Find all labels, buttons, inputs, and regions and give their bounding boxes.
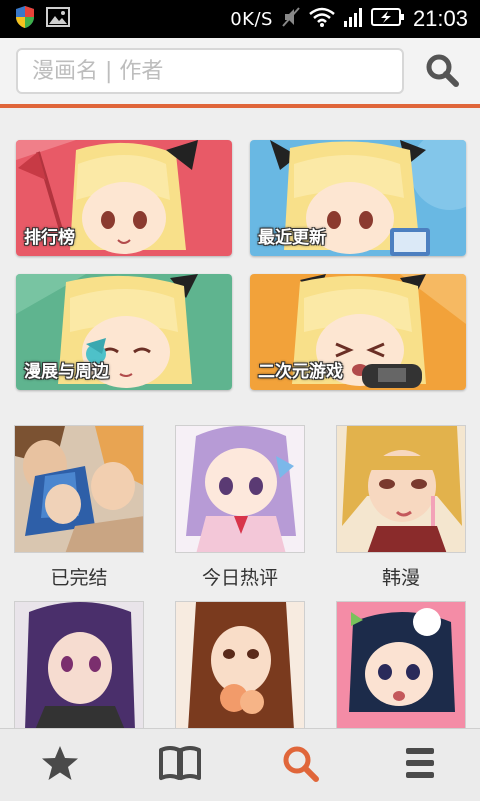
search-icon (424, 52, 460, 92)
category-tile-ranking[interactable]: 排行榜 (16, 140, 232, 256)
book-icon (158, 744, 202, 786)
category-tile-latest-updates[interactable]: 最近更新 (250, 140, 466, 256)
gallery-icon (46, 7, 70, 31)
comic-grid: 已完结 今日热评 韩漫 (14, 425, 466, 765)
nav-menu-button[interactable] (380, 735, 460, 795)
wifi-icon (309, 7, 335, 32)
mute-icon (281, 6, 301, 33)
comic-cover (336, 425, 466, 553)
category-label: 二次元游戏 (258, 362, 343, 382)
comic-cover (14, 601, 144, 729)
search-icon (280, 743, 320, 787)
search-button[interactable] (420, 52, 464, 92)
battery-charging-icon (370, 7, 405, 31)
category-label: 排行榜 (24, 228, 75, 248)
network-speed: 0K/S (230, 8, 273, 30)
comic-cover (175, 425, 305, 553)
comic-title: 已完结 (50, 567, 108, 589)
status-bar: 0K/S 21:03 (0, 0, 480, 38)
nav-search-button[interactable] (260, 735, 340, 795)
category-label: 漫展与周边 (24, 362, 109, 382)
comic-cover (336, 601, 466, 729)
comic-title: 韩漫 (381, 567, 420, 589)
comic-title: 今日热评 (201, 567, 278, 589)
signal-icon (343, 7, 363, 32)
comic-cover (175, 601, 305, 729)
bottom-nav (0, 728, 480, 801)
category-tile-events-merch[interactable]: 漫展与周边 (16, 274, 232, 390)
nav-bookshelf-button[interactable] (140, 735, 220, 795)
menu-icon (405, 746, 435, 784)
clock: 21:03 (412, 6, 468, 31)
category-grid: 排行榜 最近更新 漫展与周边 二次元游戏 (16, 140, 466, 390)
comic-cover (14, 425, 144, 553)
search-input[interactable] (18, 50, 402, 92)
category-label: 最近更新 (258, 228, 326, 248)
comic-item-korean-comics[interactable]: 韩漫 (336, 425, 466, 589)
comic-item-completed[interactable]: 已完结 (14, 425, 144, 589)
search-header (0, 38, 480, 108)
search-field[interactable] (16, 48, 404, 94)
nav-favorites-button[interactable] (20, 735, 100, 795)
shield-icon (14, 5, 36, 33)
comic-item-today-hot[interactable]: 今日热评 (175, 425, 305, 589)
category-tile-acg-games[interactable]: 二次元游戏 (250, 274, 466, 390)
star-icon (40, 743, 80, 787)
